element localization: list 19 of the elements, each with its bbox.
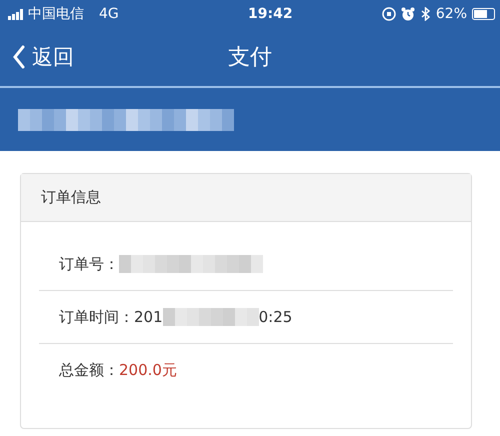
field-label: 订单时间：	[59, 308, 134, 326]
signal-icon	[8, 8, 23, 20]
field-value: 0:25	[258, 308, 292, 326]
battery-percent: 62%	[436, 6, 467, 22]
alarm-icon	[400, 7, 415, 21]
page-title: 支付	[228, 44, 272, 72]
amount-value: 200.0元	[119, 360, 177, 380]
card-title: 订单信息	[41, 188, 101, 207]
back-button[interactable]: 返回	[0, 43, 74, 71]
carrier-name: 中国电信	[28, 5, 84, 23]
field-label: 订单号：	[59, 254, 119, 274]
back-chevron-icon	[12, 45, 26, 69]
field-label: 总金额：	[59, 360, 119, 380]
network-type: 4G	[99, 6, 119, 22]
rotation-lock-icon	[382, 7, 396, 21]
bluetooth-icon	[420, 7, 431, 21]
field-value: 201	[134, 308, 163, 326]
clock-time: 19:42	[248, 6, 293, 22]
battery-icon	[472, 8, 496, 20]
